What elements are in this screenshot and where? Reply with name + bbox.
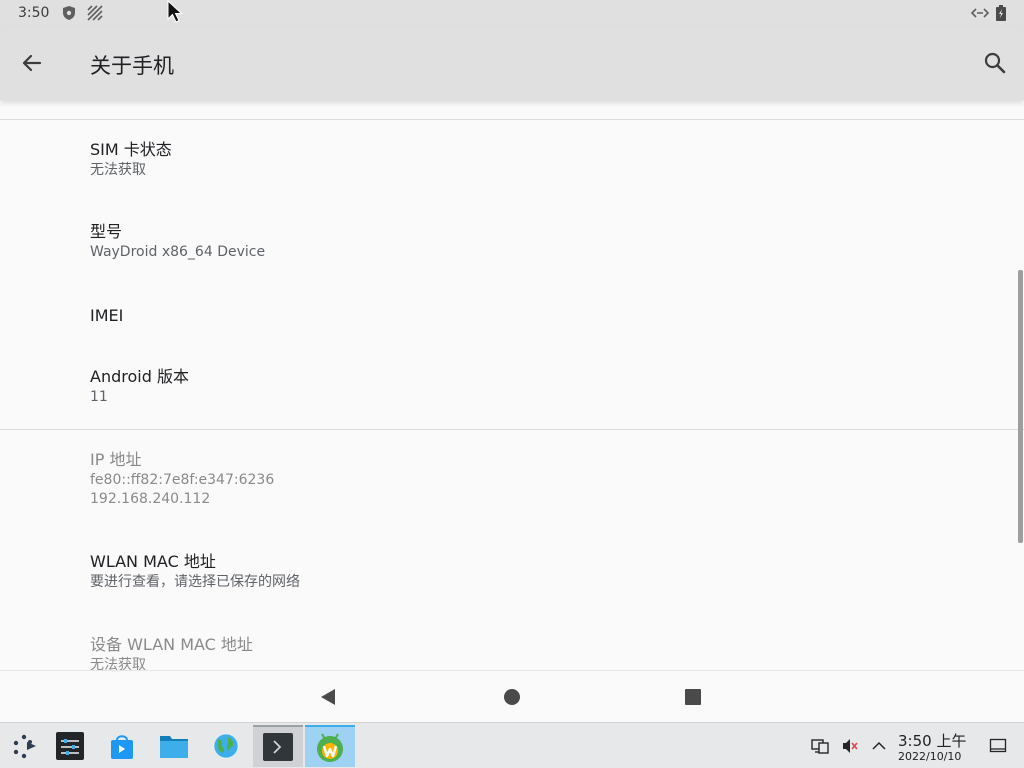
setting-summary: fe80::ff82:7e8f:e347:6236 — [90, 472, 275, 488]
status-time: 3:50 — [18, 5, 50, 21]
setting-title: 型号 — [90, 222, 123, 241]
app-bar: 关于手机 — [0, 26, 1024, 100]
waydroid-app-button[interactable] — [305, 725, 355, 767]
terminal-app-button[interactable] — [253, 725, 303, 767]
volume-muted-icon[interactable] — [841, 737, 859, 755]
setting-title: Android 版本 — [90, 367, 189, 386]
chevron-up-icon[interactable] — [870, 737, 888, 755]
search-icon[interactable] — [982, 50, 1008, 76]
taskbar: 3:50 上午 2022/10/10 — [0, 722, 1024, 768]
ethernet-icon — [970, 8, 990, 18]
show-desktop-icon[interactable] — [989, 737, 1007, 755]
launcher-button[interactable] — [0, 725, 50, 767]
shield-icon — [63, 6, 75, 20]
store-bag-icon — [111, 735, 133, 759]
home-circle-icon[interactable] — [502, 687, 522, 707]
page-title: 关于手机 — [90, 54, 174, 78]
setting-summary: WayDroid x86_64 Device — [90, 244, 266, 260]
setting-summary: 无法获取 — [90, 657, 146, 670]
no-data-stripes-icon — [87, 5, 103, 21]
setting-title: 设备 WLAN MAC 地址 — [90, 635, 253, 654]
back-triangle-icon[interactable] — [318, 687, 338, 707]
waydroid-icon — [317, 733, 343, 762]
clock-time: 3:50 上午 — [898, 732, 967, 750]
clock[interactable]: 3:50 上午 2022/10/10 — [898, 732, 972, 763]
battery-icon — [996, 5, 1006, 21]
divider — [0, 429, 1024, 430]
network-icon[interactable] — [811, 737, 829, 755]
navigation-bar — [0, 670, 1024, 722]
setting-summary: 要进行查看，请选择已保存的网络 — [90, 574, 300, 590]
setting-title: SIM 卡状态 — [90, 140, 172, 159]
arrow-left-icon[interactable] — [18, 49, 46, 77]
setting-item-imei[interactable]: IMEI — [90, 305, 990, 327]
folder-icon — [160, 736, 188, 758]
terminal-icon — [263, 733, 293, 761]
globe-icon — [213, 733, 239, 759]
setting-item-device-wlan-mac: 设备 WLAN MAC 地址 无法获取 — [90, 634, 990, 670]
setting-title: IMEI — [90, 306, 124, 325]
status-bar: 3:50 — [0, 0, 1024, 26]
setting-title: WLAN MAC 地址 — [90, 552, 216, 571]
store-app-button[interactable] — [97, 725, 147, 767]
divider — [0, 119, 1024, 120]
setting-title: IP 地址 — [90, 450, 142, 469]
setting-item-android-version[interactable]: Android 版本 11 — [90, 366, 990, 407]
settings-app-button[interactable] — [45, 725, 95, 767]
mouse-cursor-icon — [167, 0, 183, 23]
recents-square-icon[interactable] — [684, 688, 702, 706]
settings-sliders-icon — [56, 732, 84, 760]
setting-item-ip-address: IP 地址 fe80::ff82:7e8f:e347:6236 192.168.… — [90, 449, 990, 509]
setting-summary: 11 — [90, 389, 108, 405]
clock-date: 2022/10/10 — [898, 750, 962, 763]
setting-item-wlan-mac[interactable]: WLAN MAC 地址 要进行查看，请选择已保存的网络 — [90, 551, 990, 592]
settings-list: SIM 卡状态 无法获取 型号 WayDroid x86_64 Device I… — [0, 100, 1024, 670]
browser-app-button[interactable] — [201, 725, 251, 767]
file-manager-button[interactable] — [149, 725, 199, 767]
setting-summary-line2: 192.168.240.112 — [90, 491, 211, 507]
setting-item-model[interactable]: 型号 WayDroid x86_64 Device — [90, 221, 990, 262]
launcher-icon — [13, 734, 36, 759]
setting-item-sim-status[interactable]: SIM 卡状态 无法获取 — [90, 139, 990, 180]
setting-summary: 无法获取 — [90, 162, 146, 178]
scrollbar[interactable] — [1018, 270, 1023, 543]
